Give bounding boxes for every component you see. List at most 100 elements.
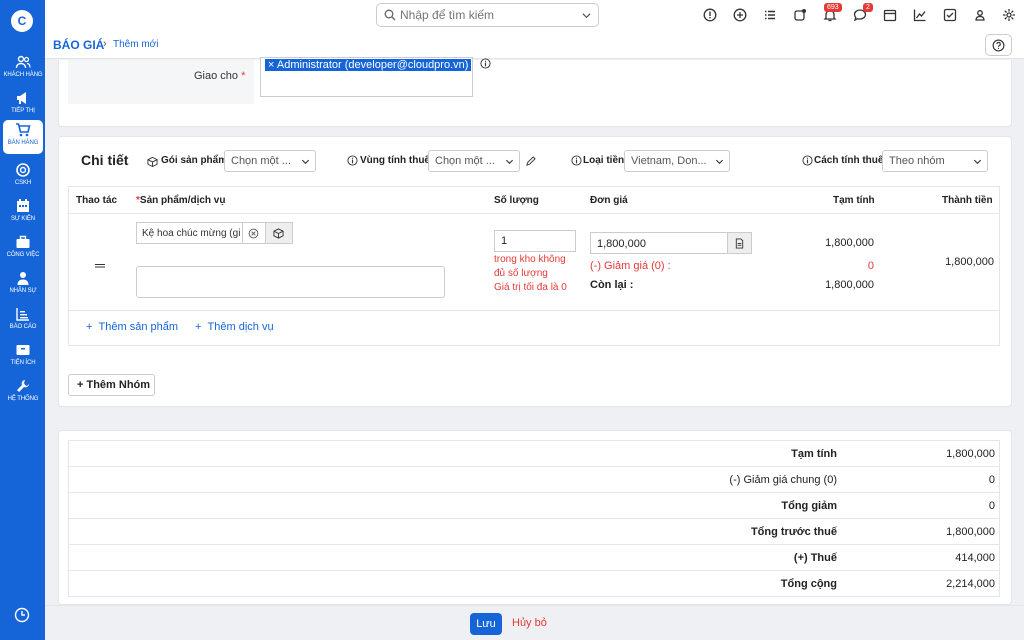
search-icon: [384, 9, 396, 21]
alert-circle-icon[interactable]: [703, 8, 717, 22]
global-discount-link[interactable]: (-) Giảm giá chung (0): [729, 474, 837, 486]
col-header-total: Thành tiền: [942, 195, 993, 206]
price-book-button[interactable]: [728, 232, 752, 254]
currency-select[interactable]: Vietnam, Don...: [624, 150, 730, 172]
sidebar-item-label: KHÁCH HÀNG: [3, 72, 43, 78]
support-icon: [16, 163, 30, 177]
package-select[interactable]: Chọn một ...: [224, 150, 316, 172]
assign-field[interactable]: × Administrator (developer@cloudpro.vn): [260, 57, 473, 97]
info-icon[interactable]: [347, 155, 358, 166]
megaphone-icon: [17, 92, 26, 104]
summary-value: 1,800,000: [946, 526, 995, 538]
sidebar-item-support[interactable]: CSKH: [3, 160, 43, 194]
topbar: 693 2: [45, 0, 1024, 31]
remaining-label: Còn lại :: [590, 279, 634, 291]
clear-product-button[interactable]: [243, 222, 266, 244]
info-icon[interactable]: [802, 155, 813, 166]
grand-total-value: 2,214,000: [946, 578, 995, 590]
sidebar-item-label: BÁO CÁO: [9, 324, 37, 330]
tax-link[interactable]: (+) Thuế: [794, 552, 837, 564]
sidebar-item-label: CÔNG VIỆC: [6, 252, 40, 258]
checkbox-icon[interactable]: [943, 8, 957, 22]
person-icon: [17, 272, 29, 285]
col-header-product: *Sản phẩm/dịch vụ: [136, 195, 226, 206]
sidebar-item-label: CSKH: [14, 180, 32, 186]
clock-icon[interactable]: [14, 607, 30, 623]
pencil-icon[interactable]: [525, 156, 536, 167]
summary-label: Tổng giảm: [781, 500, 837, 512]
global-search[interactable]: [376, 3, 599, 27]
product-description-textarea[interactable]: [136, 266, 445, 298]
gear-icon[interactable]: [1002, 8, 1016, 22]
discount-link[interactable]: (-) Giảm giá (0) :: [590, 260, 671, 272]
select-product-button[interactable]: [266, 222, 293, 244]
sidebar-item-reports[interactable]: BÁO CÁO: [3, 304, 43, 338]
assignee-tag[interactable]: × Administrator (developer@cloudpro.vn): [265, 59, 472, 71]
col-header-qty: Số lượng: [494, 195, 539, 206]
row-total: 1,800,000: [945, 256, 994, 268]
tax-region-select[interactable]: Chọn một ...: [428, 150, 520, 172]
calendar-icon[interactable]: [883, 8, 897, 22]
package-label: Gói sản phẩm: [161, 155, 228, 166]
sidebar-item-hr[interactable]: NHÂN SỰ: [3, 268, 43, 302]
user-icon[interactable]: [973, 8, 987, 22]
quantity-input[interactable]: 1: [494, 230, 576, 252]
remove-tag-icon[interactable]: ×: [268, 59, 274, 71]
package-icon: [147, 156, 158, 167]
row-remaining: 1,800,000: [825, 279, 874, 291]
breadcrumb-module[interactable]: BÁO GIÁ: [53, 38, 104, 52]
help-button[interactable]: [985, 34, 1012, 56]
stock-warning: đủ số lượng: [494, 268, 548, 279]
tax-method-label: Cách tính thuế: [814, 155, 884, 166]
box-icon: [16, 345, 30, 355]
cart-icon: [16, 123, 31, 137]
sidebar-item-label: HỆ THỐNG: [7, 396, 39, 402]
sidebar-item-tasks[interactable]: CÔNG VIỆC: [3, 232, 43, 266]
list-icon[interactable]: [763, 8, 777, 22]
sidebar-item-system[interactable]: HỆ THỐNG: [3, 376, 43, 410]
tasks-icon[interactable]: [793, 8, 807, 22]
chevron-down-icon[interactable]: [581, 10, 592, 21]
assign-label-cell: [68, 60, 254, 104]
unit-price-input[interactable]: 1,800,000: [590, 232, 728, 254]
plus-circle-icon[interactable]: [733, 8, 747, 22]
chart-line-icon[interactable]: [913, 8, 927, 22]
add-product-link[interactable]: + Thêm sản phẩm: [86, 321, 178, 333]
product-field[interactable]: Kệ hoa chúc mừng (gi: [136, 222, 243, 244]
action-footer: Lưu Hủy bỏ: [45, 605, 1024, 640]
summary-value: 1,800,000: [946, 448, 995, 460]
info-icon[interactable]: [571, 155, 582, 166]
summary-value: 414,000: [955, 552, 995, 564]
sidebar-item-events[interactable]: SỰ KIỆN: [3, 196, 43, 230]
app-logo[interactable]: C: [11, 10, 33, 32]
cancel-button[interactable]: Hủy bỏ: [512, 617, 547, 629]
briefcase-icon: [16, 235, 30, 248]
summary-label: Tạm tính: [791, 448, 837, 460]
add-group-button[interactable]: + Thêm Nhóm: [68, 374, 155, 396]
sidebar-item-label: SỰ KIỆN: [10, 216, 36, 222]
sidebar-item-label: NHÂN SỰ: [9, 288, 37, 294]
assign-label: Giao cho *: [194, 70, 246, 82]
cube-icon: [273, 228, 284, 239]
notification-badge: 693: [824, 3, 842, 12]
sidebar-item-label: BÁN HÀNG: [7, 140, 39, 146]
chevron-right-icon: ›: [103, 38, 107, 50]
summary-row: (+) Thuế 414,000: [68, 545, 1000, 571]
report-icon: [16, 308, 29, 321]
chevron-down-icon: [505, 159, 514, 165]
summary-label: Tổng trước thuế: [750, 526, 837, 538]
drag-handle-icon[interactable]: ═: [95, 257, 105, 273]
info-icon[interactable]: [480, 58, 491, 69]
close-circle-icon: [248, 228, 259, 239]
summary-row: Tổng trước thuế 1,800,000: [68, 519, 1000, 545]
sidebar-item-sales[interactable]: BÁN HÀNG: [3, 120, 43, 154]
add-service-link[interactable]: + Thêm dịch vụ: [195, 321, 274, 333]
sidebar-item-customers[interactable]: KHÁCH HÀNG: [3, 52, 43, 86]
save-button[interactable]: Lưu: [470, 613, 502, 635]
search-input[interactable]: [400, 7, 570, 23]
breadcrumb-current: Thêm mới: [113, 39, 159, 50]
chevron-down-icon: [301, 159, 310, 165]
sidebar-item-utilities[interactable]: TIỆN ÍCH: [3, 340, 43, 374]
sidebar-item-marketing[interactable]: TIẾP THỊ: [3, 88, 43, 122]
tax-method-select[interactable]: Theo nhóm: [882, 150, 988, 172]
